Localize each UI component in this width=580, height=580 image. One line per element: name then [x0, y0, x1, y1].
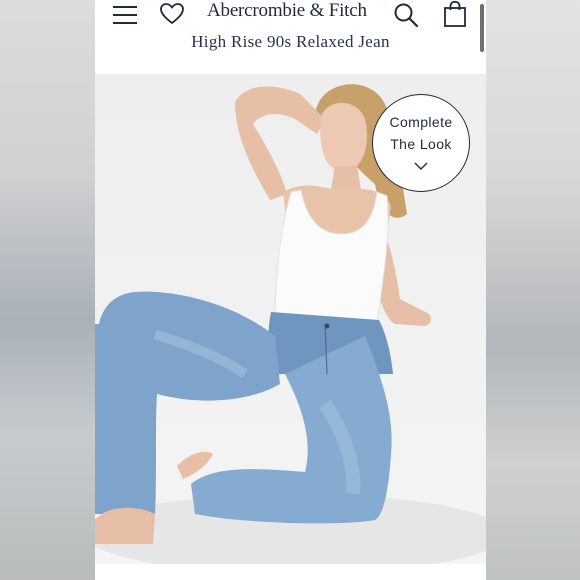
backdrop-left: [0, 0, 95, 580]
complete-look-line2: The Look: [390, 136, 452, 152]
backdrop-right: [485, 0, 580, 580]
heart-icon[interactable]: [159, 2, 185, 26]
site-header: Abercrombie & Fitch High Rise 90s Relaxe…: [95, 0, 486, 74]
raised-arm: [235, 86, 325, 200]
product-title: High Rise 90s Relaxed Jean: [191, 32, 390, 51]
bottom-strip: [95, 564, 486, 580]
jeans-button: [324, 323, 330, 329]
phone-screen: Abercrombie & Fitch High Rise 90s Relaxe…: [95, 0, 486, 580]
foot-2: [95, 507, 155, 544]
foot-1: [177, 451, 213, 479]
brand-logo[interactable]: Abercrombie & Fitch: [207, 0, 373, 26]
search-icon[interactable]: [393, 2, 419, 28]
face: [320, 102, 367, 172]
hamburger-menu-icon[interactable]: [113, 6, 137, 24]
neck: [331, 166, 361, 189]
chevron-down-icon: [414, 162, 428, 170]
complete-the-look-button[interactable]: Complete The Look: [372, 94, 470, 192]
shopping-bag-icon[interactable]: [443, 0, 467, 28]
complete-look-line1: Complete: [389, 114, 453, 130]
